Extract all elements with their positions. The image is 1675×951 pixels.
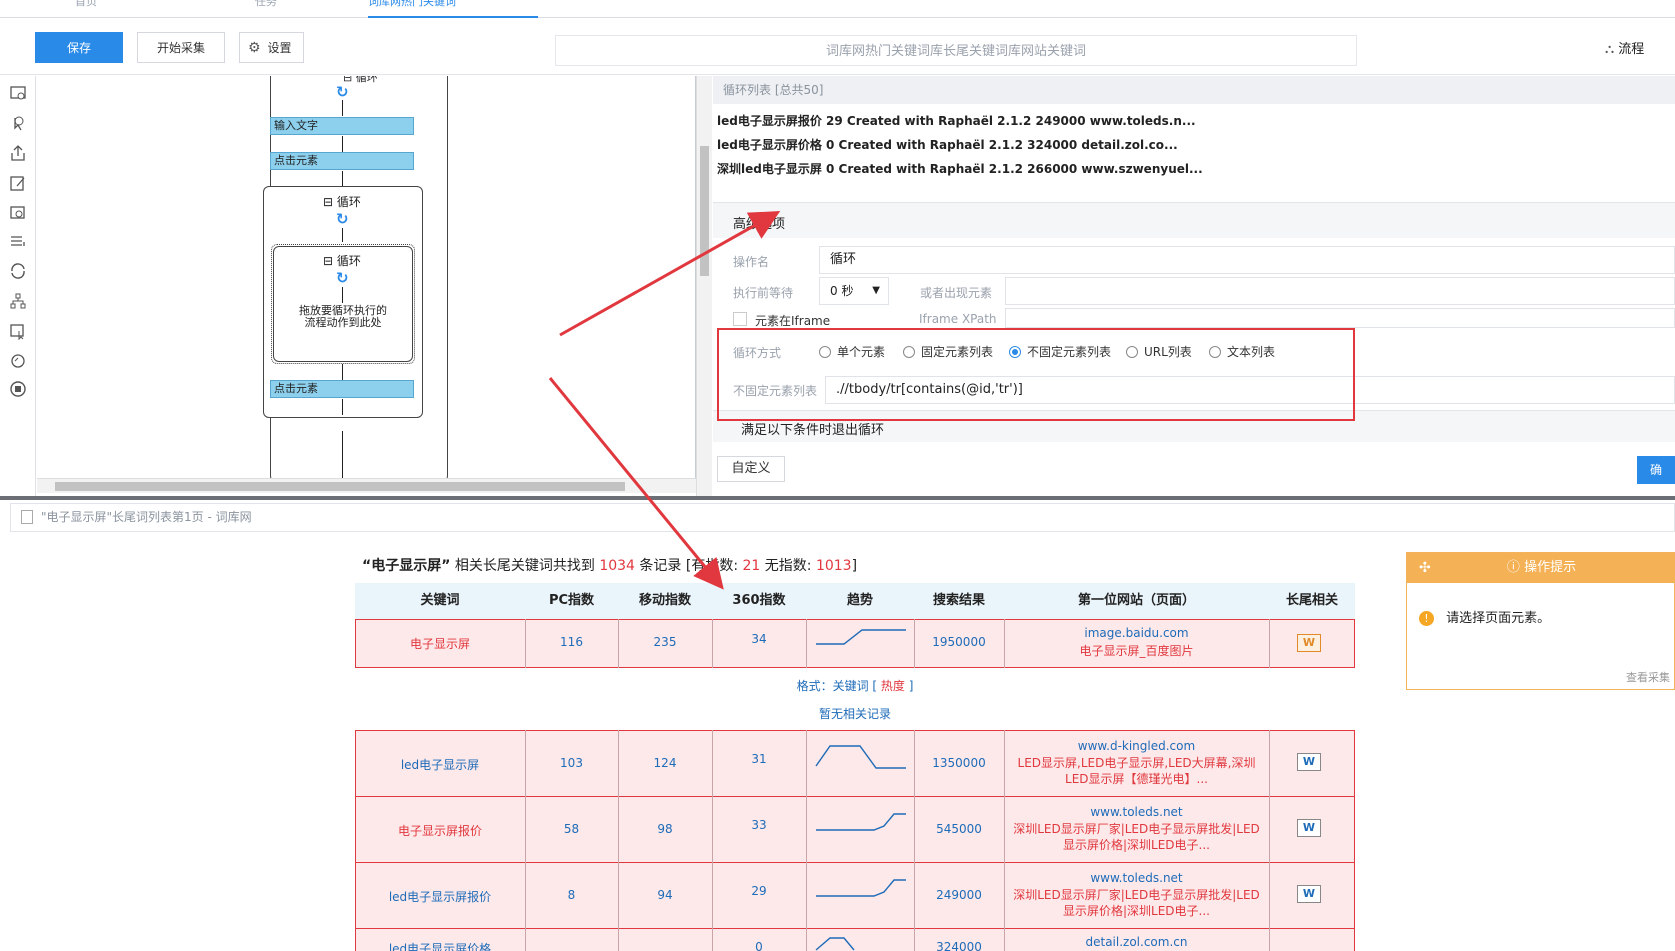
- hint-title: 操作提示: [1524, 560, 1577, 575]
- warning-icon: !: [1419, 611, 1434, 626]
- hint-footer-link[interactable]: 查看采集: [1626, 669, 1670, 685]
- move-icon[interactable]: ✣: [1419, 553, 1431, 583]
- hint-header[interactable]: ✣ ⓘ 操作提示: [1407, 553, 1675, 583]
- annotation-arrows: [548, 211, 781, 590]
- hint-message: 请选择页面元素。: [1446, 611, 1551, 626]
- arrow-line: [559, 211, 781, 337]
- info-icon: ⓘ: [1506, 560, 1520, 575]
- hint-message-row: ! 请选择页面元素。: [1419, 607, 1550, 626]
- arrow-line: [548, 377, 724, 590]
- operation-hint-panel: ✣ ⓘ 操作提示 ! 请选择页面元素。 查看采集: [1406, 552, 1675, 690]
